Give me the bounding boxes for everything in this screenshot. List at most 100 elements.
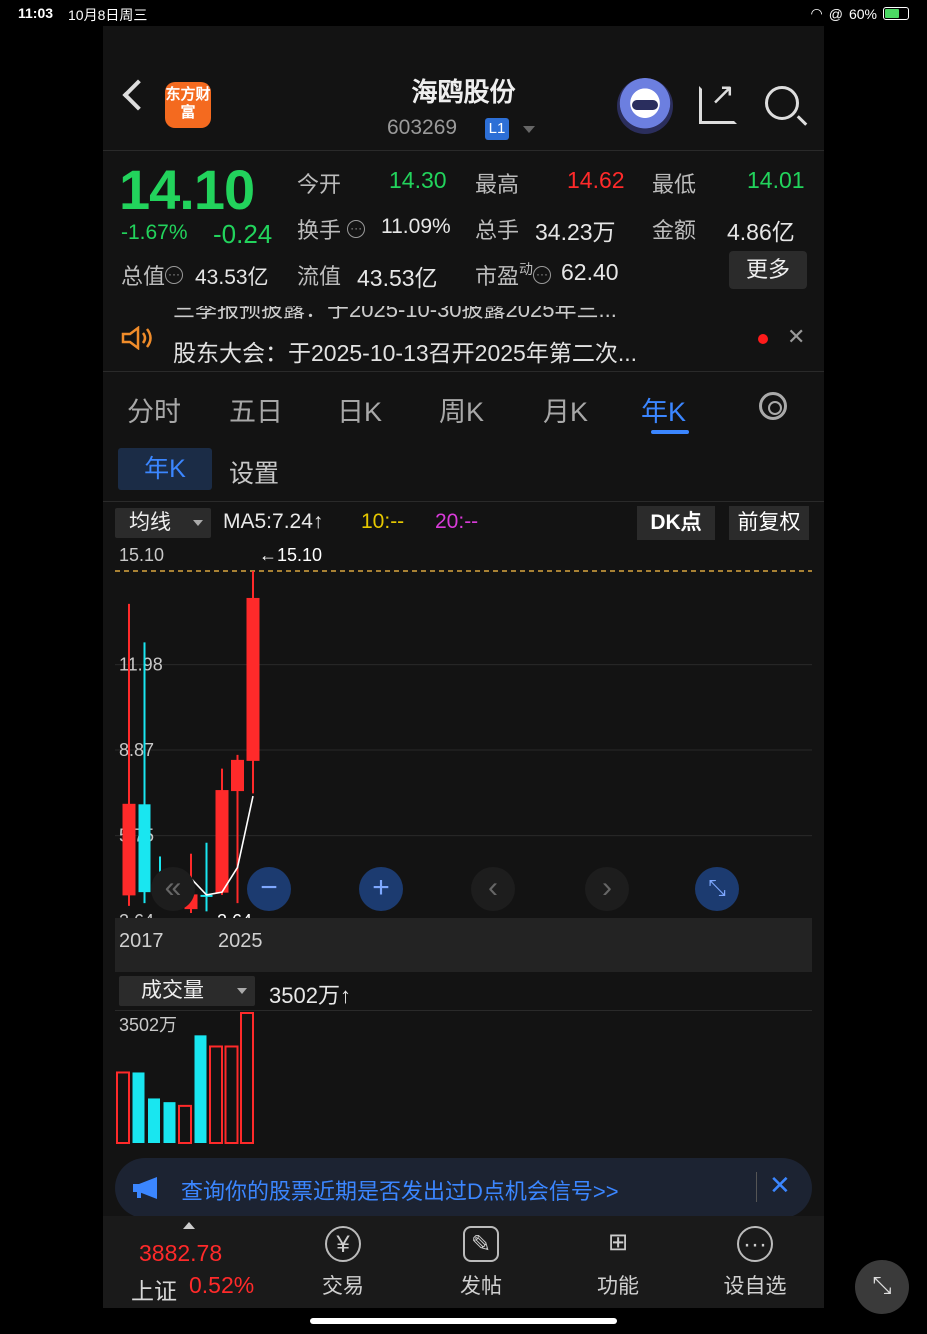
tab-daily-k[interactable]: 日K [337,390,382,429]
max-price-label: ←15.10 [259,545,322,565]
zoom-out-icon[interactable]: − [247,867,291,911]
ma-dropdown[interactable]: 均线 [115,508,211,538]
change-percent: -1.67% [121,221,188,244]
tab-monthly-k[interactable]: 月K [543,390,588,429]
kline-svg: 15.1011.988.875.752.64←15.10←2.64 [115,545,812,918]
current-price: 14.10 [119,158,255,221]
battery-percent: 60% [848,5,877,22]
low-label: 最低 [652,172,697,197]
kline-chart[interactable]: 15.1011.988.875.752.64←15.10←2.64 « − + … [115,541,812,918]
volume-bar [132,1072,145,1143]
close-icon[interactable]: ✕ [787,324,805,350]
share-icon[interactable] [699,77,737,124]
volume-header: 成交量 3502万↑ [103,972,824,1010]
float-value: 43.53亿 [357,265,438,291]
info-icon[interactable]: ··· [533,266,552,284]
home-indicator[interactable] [310,1318,617,1324]
ma5-value: MA5:7.24↑ [223,510,324,533]
volume-bar [209,1045,223,1144]
fullscreen-icon[interactable]: ⤡ [695,867,739,911]
zoom-in-icon[interactable]: + [359,867,403,911]
tab-five-day[interactable]: 五日 [229,390,283,429]
open-label: 今开 [297,172,342,197]
tab-yearly-k[interactable]: 年K [641,390,686,429]
more-dots-icon: ··· [737,1226,773,1262]
ma20-value: 20:-- [435,510,479,533]
yen-icon: ¥ [325,1226,361,1262]
nav-post[interactable]: ✎ 发帖 [431,1226,531,1300]
min-price-label: ←2.64 [199,911,252,918]
subtab-yearly-k[interactable]: 年K [118,448,212,490]
info-icon[interactable]: ··· [165,266,184,284]
candle-body [231,759,244,792]
info-icon[interactable]: ··· [347,220,366,238]
gear-icon[interactable] [759,392,787,420]
battery-icon [883,7,909,20]
candle-body [122,803,136,896]
promo-banner[interactable]: 查询你的股票近期是否发出过D点机会信号>> ✕ [115,1158,812,1218]
pe-value: 62.40 [561,259,619,285]
index-percent[interactable]: 0.52% [189,1272,254,1299]
banner-divider [756,1172,757,1202]
quote-panel: 14.10 -1.67% -0.24 今开 14.30 最高 14.62 最低 … [103,150,824,306]
volume-bar [240,1012,254,1144]
volume-svg: 3502万 [116,1012,254,1144]
more-button[interactable]: 更多 [729,251,807,289]
nav-trade[interactable]: ¥ 交易 [293,1226,393,1300]
subtab-settings[interactable]: 设置 [229,454,279,490]
high-value: 14.62 [567,167,625,193]
candle-body [246,597,260,761]
adjust-button[interactable]: 前复权 [729,506,809,540]
index-name[interactable]: 上证 [131,1272,177,1306]
low-value: 14.01 [747,167,805,193]
notice-prev-text: 三季报预披露：于2025-10-30披露2025年三... [173,306,617,322]
grid-icon: ⊞ [607,1229,629,1256]
volume-bar [224,1045,239,1144]
search-icon[interactable] [765,86,799,120]
app-window: 东方财富 海鸥股份 603269 L1 14.10 -1.67% -0.24 今… [103,26,824,1308]
candle-body [215,790,229,893]
x-tick-end: 2025 [218,930,263,952]
chevron-right-icon[interactable]: › [585,867,629,911]
turnover-label: 换手 ··· [297,213,366,245]
ma10-value: 10:-- [361,510,405,533]
high-label: 最高 [475,172,520,197]
unread-dot [758,334,768,344]
stock-code: 603269 [387,116,458,139]
banner-text[interactable]: 查询你的股票近期是否发出过D点机会信号>> [181,1174,619,1206]
collapse-icon[interactable]: ⤡ [855,1260,909,1314]
period-tabs: 分时 五日 日K 周K 月K 年K [103,372,824,440]
indicator-row: 均线 MA5:7.24↑ 10:-- 20:-- DK点 前复权 [103,501,824,541]
mktcap-label: 总值 ··· [121,259,184,291]
nav-functions[interactable]: ⊞ 功能 [568,1226,668,1300]
index-value[interactable]: 3882.78 [139,1240,222,1267]
tab-intraday[interactable]: 分时 [127,390,181,429]
scroll-left-icon[interactable]: « [151,867,195,911]
y-tick-label: 8.87 [119,740,154,760]
pe-label: 市盈动 ··· [475,259,552,291]
nav-label: 发帖 [460,1275,502,1298]
amount-value: 4.86亿 [727,219,795,245]
index-up-arrow-icon [183,1222,195,1229]
volume-chart[interactable]: 3502万 [115,1010,812,1144]
nav-add-watchlist[interactable]: ··· 设自选 [705,1226,805,1300]
assistant-avatar-icon[interactable] [617,78,673,134]
lock-rotation-icon: @ [828,5,843,22]
candle-body [138,804,151,893]
notice-bar[interactable]: 三季报预披露：于2025-10-30披露2025年三... 股东大会：于2025… [103,306,824,372]
speaker-icon [121,326,152,350]
volume-dropdown[interactable]: 成交量 [119,976,255,1006]
header: 东方财富 海鸥股份 603269 L1 [103,26,824,150]
close-icon[interactable]: ✕ [769,1170,791,1201]
y-tick-label: 15.10 [119,545,164,565]
y-tick-label: 2.64 [119,911,154,918]
x-tick-start: 2017 [119,930,164,952]
edit-icon: ✎ [463,1226,499,1262]
chevron-down-icon[interactable] [523,126,535,133]
dk-point-button[interactable]: DK点 [637,506,715,540]
chevron-left-icon[interactable]: ‹ [471,867,515,911]
notice-text[interactable]: 股东大会：于2025-10-13召开2025年第二次... [173,334,637,368]
level-badge[interactable]: L1 [485,118,509,140]
status-date: 10月8日周三 [68,7,148,23]
tab-weekly-k[interactable]: 周K [439,390,484,429]
